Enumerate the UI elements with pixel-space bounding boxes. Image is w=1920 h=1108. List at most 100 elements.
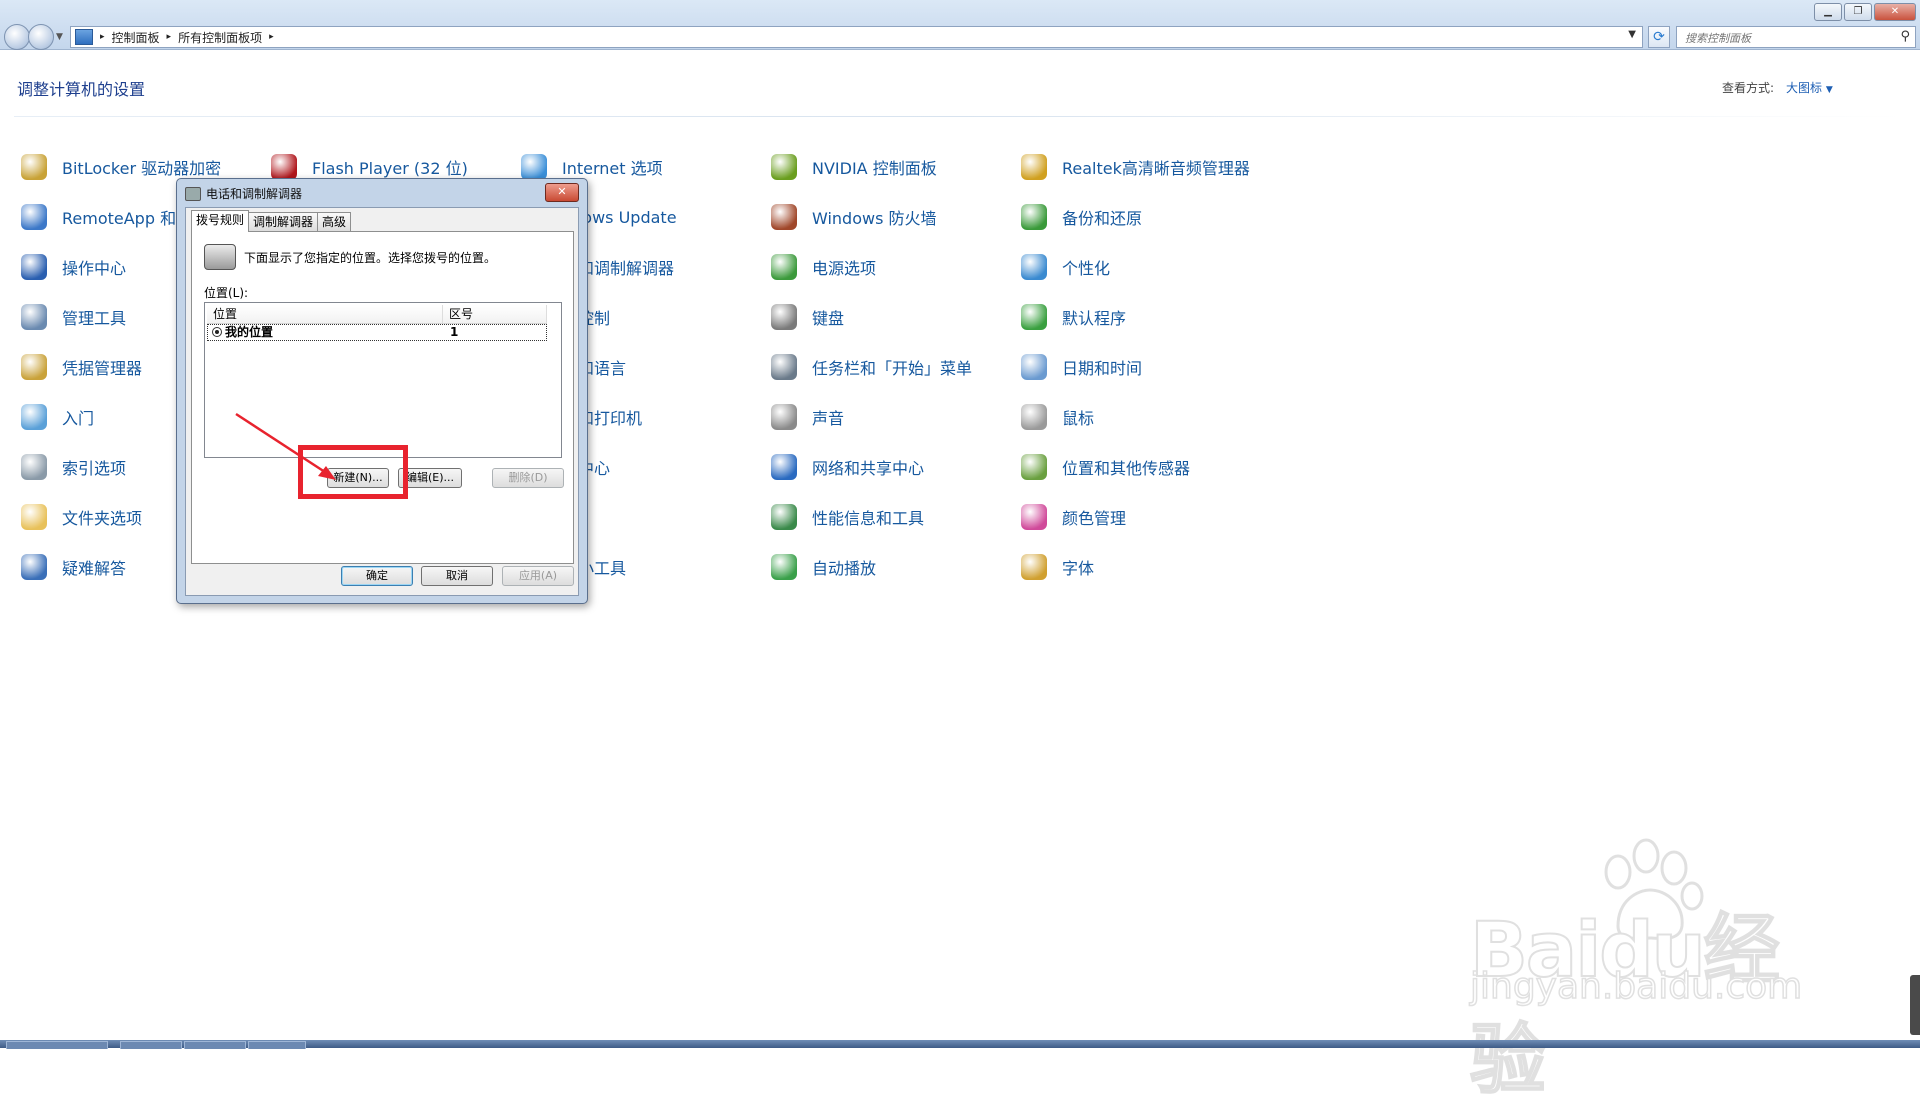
view-by-value[interactable]: 大图标 (1786, 81, 1822, 95)
cancel-button[interactable]: 取消 (421, 566, 493, 586)
control-panel-item[interactable]: 鼠标 (1018, 400, 1094, 434)
vault-icon (18, 351, 50, 383)
forward-button[interactable] (28, 24, 54, 50)
control-panel-item[interactable]: RemoteApp 和 (18, 200, 176, 234)
control-panel-item-label: 网络和共享中心 (812, 459, 925, 478)
apply-button[interactable]: 应用(A) (502, 566, 574, 586)
breadcrumb[interactable]: ▸ 控制面板 ▸ 所有控制面板项 ▸ ▼ (70, 26, 1643, 48)
highlight-box (298, 445, 408, 499)
chevron-down-icon[interactable]: ▼ (1826, 85, 1833, 95)
control-panel-item-label: 声音 (812, 409, 845, 428)
address-dropdown-icon[interactable]: ▼ (1628, 29, 1636, 40)
search-input[interactable] (1683, 28, 1887, 49)
search-icon[interactable]: ⚲ (1900, 29, 1910, 44)
view-by-label: 查看方式: (1722, 81, 1775, 95)
dialog-titlebar[interactable]: 电话和调制解调器 (185, 185, 302, 202)
control-panel-item[interactable]: 日期和时间 (1018, 350, 1142, 384)
default-programs-icon (1018, 301, 1050, 333)
personalize-icon (1018, 251, 1050, 283)
backup-icon (1018, 201, 1050, 233)
control-panel-item[interactable]: 任务栏和「开始」菜单 (768, 350, 972, 384)
dialog-close-button[interactable]: ✕ (545, 183, 579, 202)
control-panel-item-label: 疑难解答 (62, 559, 127, 578)
table-row[interactable]: 我的位置 1 (207, 324, 547, 341)
phone-icon (204, 244, 236, 270)
breadcrumb-item-control-panel[interactable]: 控制面板 (112, 29, 160, 46)
watermark-url: jingyan.baidu.com (1469, 965, 1803, 1008)
control-panel-item-label: 任务栏和「开始」菜单 (812, 359, 973, 378)
control-panel-item-label: 鼠标 (1062, 409, 1095, 428)
refresh-button[interactable]: ⟳ (1648, 26, 1670, 48)
search-box[interactable]: ⚲ (1676, 26, 1916, 49)
control-panel-item[interactable]: Realtek高清晰音频管理器 (1018, 150, 1250, 184)
control-panel-item-label: 字体 (1062, 559, 1095, 578)
control-panel-item-label: 备份和还原 (1062, 209, 1143, 228)
delete-location-button[interactable]: 删除(D) (492, 468, 564, 488)
dialog-body: 拨号规则 调制解调器 高级 下面显示了您指定的位置。选择您拨号的位置。 位置(L… (185, 207, 579, 596)
tab-modems[interactable]: 调制解调器 (248, 212, 319, 231)
breadcrumb-item-all-items[interactable]: 所有控制面板项 (178, 29, 262, 46)
control-panel-item[interactable]: 疑难解答 (18, 550, 126, 584)
network-icon (768, 451, 800, 483)
control-panel-item[interactable]: 网络和共享中心 (768, 450, 924, 484)
control-panel-item[interactable]: 索引选项 (18, 450, 126, 484)
column-area-code[interactable]: 区号 (443, 305, 547, 323)
list-header: 位置 区号 (207, 305, 547, 324)
header-divider (14, 116, 1904, 117)
control-panel-item[interactable]: 性能信息和工具 (768, 500, 924, 534)
control-panel-item[interactable]: 字体 (1018, 550, 1094, 584)
control-panel-item-label: 索引选项 (62, 459, 127, 478)
fonts-icon (1018, 551, 1050, 583)
control-panel-item[interactable]: 凭据管理器 (18, 350, 142, 384)
control-panel-item[interactable]: 电源选项 (768, 250, 876, 284)
control-panel-item[interactable]: 位置和其他传感器 (1018, 450, 1190, 484)
control-panel-item-label: 颜色管理 (1062, 509, 1127, 528)
getting-started-icon (18, 401, 50, 433)
chevron-right-icon[interactable]: ▸ (167, 32, 172, 42)
tab-panel: 下面显示了您指定的位置。选择您拨号的位置。 位置(L): 位置 区号 我的位置 … (191, 231, 574, 564)
maximize-button[interactable]: ❐ (1844, 3, 1872, 21)
power-icon (768, 251, 800, 283)
location-label: 位置(L): (204, 286, 249, 300)
control-panel-item-label: BitLocker 驱动器加密 (62, 159, 222, 178)
control-panel-item-label: 入门 (62, 409, 95, 428)
control-panel-item[interactable]: 自动播放 (768, 550, 876, 584)
control-panel-item[interactable]: 管理工具 (18, 300, 126, 334)
recent-pages-dropdown-icon[interactable]: ▼ (56, 32, 63, 42)
folder-icon (18, 501, 50, 533)
control-panel-item[interactable]: 文件夹选项 (18, 500, 142, 534)
control-panel-item[interactable]: 颜色管理 (1018, 500, 1126, 534)
control-panel-item-label: 日期和时间 (1062, 359, 1143, 378)
control-panel-item[interactable]: 键盘 (768, 300, 844, 334)
location-radio[interactable] (212, 327, 222, 337)
column-location[interactable]: 位置 (207, 305, 443, 323)
control-panel-item[interactable]: 入门 (18, 400, 94, 434)
control-panel-item[interactable]: 操作中心 (18, 250, 126, 284)
control-panel-item-label: 操作中心 (62, 259, 127, 278)
troubleshoot-icon (18, 551, 50, 583)
control-panel-item[interactable]: 声音 (768, 400, 844, 434)
control-panel-item-label: Realtek高清晰音频管理器 (1062, 159, 1250, 178)
location-list[interactable]: 位置 区号 我的位置 1 (204, 302, 562, 458)
taskbar (0, 1040, 1920, 1049)
control-panel-item[interactable]: NVIDIA 控制面板 (768, 150, 937, 184)
chevron-right-icon[interactable]: ▸ (100, 32, 105, 42)
dialog-tabs: 拨号规则 调制解调器 高级 (191, 210, 352, 232)
window-close-button[interactable]: ✕ (1874, 3, 1916, 21)
back-button[interactable] (4, 24, 30, 50)
ok-button[interactable]: 确定 (341, 566, 413, 586)
address-bar: ▼ ▸ 控制面板 ▸ 所有控制面板项 ▸ ▼ ⟳ ⚲ ▁ ❐ ✕ (0, 0, 1920, 50)
control-panel-item-label: RemoteApp 和 (62, 209, 177, 228)
control-panel-item[interactable]: 默认程序 (1018, 300, 1126, 334)
control-panel-item-label: Internet 选项 (562, 159, 663, 178)
row-area-code: 1 (450, 325, 459, 339)
minimize-button[interactable]: ▁ (1814, 3, 1842, 21)
control-panel-item[interactable]: 备份和还原 (1018, 200, 1142, 234)
view-by-dropdown[interactable]: 大图标 ▼ (1786, 79, 1833, 96)
chevron-right-icon[interactable]: ▸ (269, 32, 274, 42)
tab-advanced[interactable]: 高级 (317, 212, 352, 231)
tab-dialing-rules[interactable]: 拨号规则 (191, 210, 250, 232)
scrollbar-thumb[interactable] (1910, 975, 1920, 1035)
control-panel-item[interactable]: Windows 防火墙 (768, 200, 937, 234)
control-panel-item[interactable]: 个性化 (1018, 250, 1110, 284)
